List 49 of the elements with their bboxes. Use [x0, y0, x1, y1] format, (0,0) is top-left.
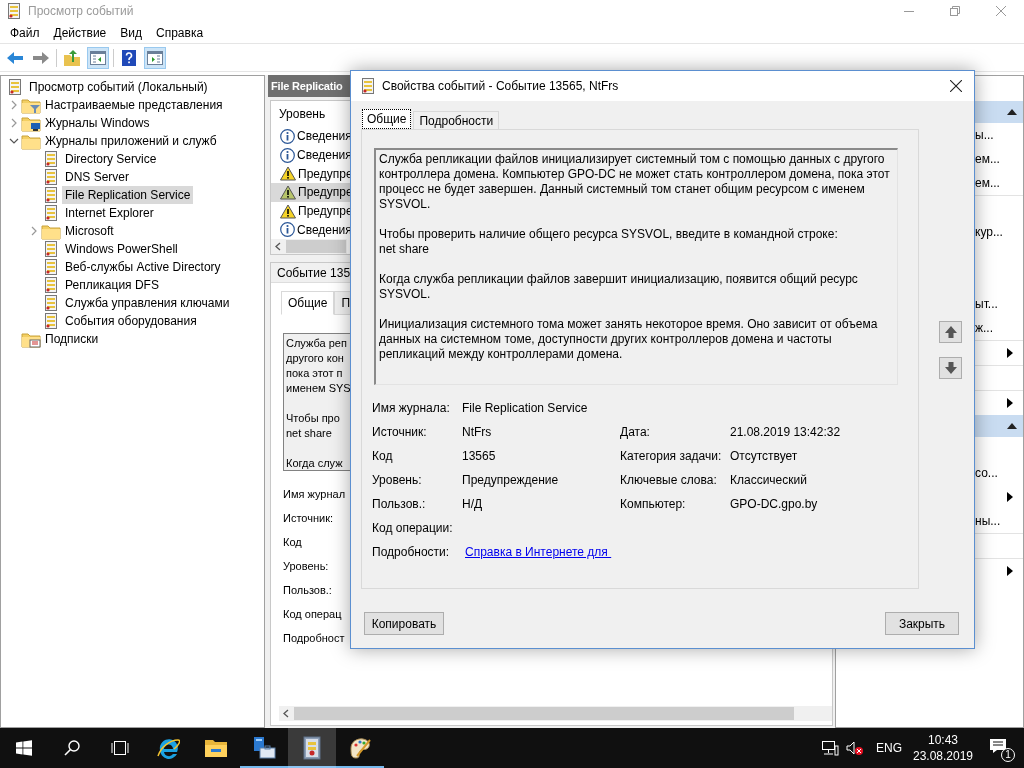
pane-title: File Replicatio — [271, 78, 343, 94]
clock-date: 23.08.2019 — [912, 748, 974, 764]
description-line: другого кон — [286, 351, 344, 366]
description-line: пока этот п — [286, 366, 343, 381]
event-level-text: Сведения — [297, 221, 352, 239]
window-title: Просмотр событий — [28, 3, 134, 20]
field-label: Код — [283, 535, 302, 550]
field-value: File Replication Service — [462, 400, 589, 417]
event-level-text: Предупре — [298, 203, 353, 220]
clock-time: 10:43 — [928, 732, 958, 748]
field-label: Подробности: — [372, 544, 451, 561]
field-label: Код операции: — [372, 520, 454, 537]
field-label: Категория задачи: — [620, 448, 723, 465]
field-label: Уровень: — [283, 559, 329, 574]
field-value: Отсутствует — [730, 448, 799, 465]
field-value: 13565 — [462, 448, 497, 465]
dialog-title: Свойства событий - Событие 13565, NtFrs — [382, 78, 619, 95]
field-value: GPO-DC.gpo.by — [730, 496, 819, 513]
description-line: именем SYS — [286, 381, 351, 396]
field-label: Пользов.: — [372, 496, 427, 513]
field-label: Источник: — [283, 511, 333, 526]
field-label: Подробност — [283, 631, 345, 646]
description-line: Служба реп — [286, 336, 347, 351]
description-paragraph: Чтобы проверить наличие общего ресурса SYSVOL, введите в командной строке: net share — [379, 227, 839, 257]
field-value: 21.08.2019 13:42:32 — [730, 424, 842, 441]
notification-count: 1 — [1001, 748, 1015, 762]
description-line: net share — [286, 426, 332, 441]
field-label: Имя журнала: — [372, 400, 451, 417]
field-value: NtFrs — [462, 424, 493, 441]
field-label: Пользов.: — [283, 583, 332, 598]
field-label: Дата: — [620, 424, 651, 441]
event-level-text: Предупре — [298, 165, 353, 183]
event-level-text: Сведения — [297, 128, 352, 146]
field-label: Уровень: — [372, 472, 423, 489]
field-value: Предупреждение — [462, 472, 560, 489]
field-label: Код — [372, 448, 394, 465]
field-label: Компьютер: — [620, 496, 687, 513]
description-paragraph: Служба репликации файлов инициализирует системный том с помощью данных с другого контроллера домена. Компьютер GPO-DC не может стать контроллером домена, пока этот процесс не будет завершен. Данный системный том станет общим ресурсом с именем SYSVOL. — [379, 152, 891, 212]
field-value: Классический — [730, 472, 808, 489]
field-label: Имя журнал — [283, 487, 346, 502]
event-level-text: Сведения — [297, 147, 352, 164]
field-label: Ключевые слова: — [620, 472, 718, 489]
description-line: Когда служ — [286, 456, 343, 471]
description-paragraph: Инициализация системного тома может занять некоторое время. Оно зависит от объема данных на системном томе, доступности других контроллеров домена и частоты репликаций между контроллерами домена. — [379, 317, 879, 362]
field-label: Код операц — [283, 607, 342, 622]
field-value: Н/Д — [462, 496, 484, 513]
event-level-text: Предупре — [298, 184, 353, 202]
description-line: Чтобы про — [286, 411, 340, 426]
field-label: Источник: — [372, 424, 428, 441]
